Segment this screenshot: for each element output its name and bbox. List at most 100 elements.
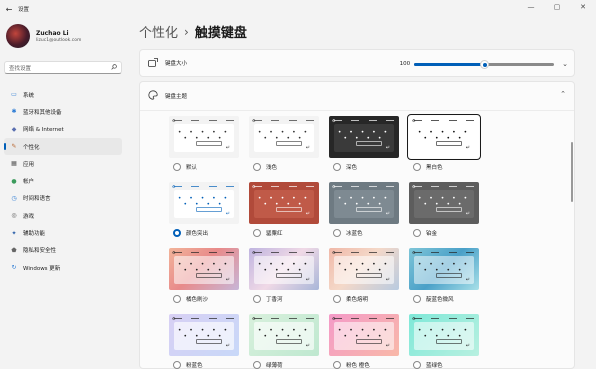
theme-name: 靛蓝色微风 — [426, 297, 454, 303]
keyboard-preview[interactable]: ⚙ • • • • • • • • • ↵ — [169, 248, 239, 290]
keyboard-preview[interactable]: ⚙ • • • • • • • • • ↵ — [169, 182, 239, 224]
sidebar-item[interactable]: ◎ 游戏 — [4, 207, 122, 224]
sidebar-item[interactable]: ▦ 应用 — [4, 155, 122, 172]
theme-option[interactable]: ⚙ • • • • • • • • • ↵ 柔色熔明 — [329, 248, 399, 303]
minimize-icon[interactable]: — — [518, 0, 544, 14]
slider-thumb[interactable] — [479, 59, 489, 69]
theme-option[interactable]: ⚙ • • • • • • • • • ↵ 颜色突出 — [169, 182, 239, 237]
theme-option[interactable]: ⚙ • • • • • • • • • ↵ 铂金 — [409, 182, 479, 237]
keyboard-preview[interactable]: ⚙ • • • • • • • • • ↵ — [249, 182, 319, 224]
keyboard-preview[interactable]: ⚙ • • • • • • • • • ↵ — [409, 314, 479, 356]
radio-button[interactable] — [173, 295, 181, 303]
theme-option[interactable]: ⚙ • • • • • • • • • ↵ 橘色刷沙 — [169, 248, 239, 303]
theme-name: 颜色突出 — [186, 231, 209, 237]
theme-option[interactable]: ⚙ • • • • • • • • • ↵ 冰蓝色 — [329, 182, 399, 237]
search-icon[interactable] — [111, 63, 117, 72]
theme-option[interactable]: ⚙ • • • • • • • • • ↵ 深色 — [329, 116, 399, 171]
keyboard-preview[interactable]: ⚙ • • • • • • • • • ↵ — [249, 248, 319, 290]
radio-button[interactable] — [333, 229, 341, 237]
chevron-down-icon[interactable]: ⌄ — [562, 60, 568, 68]
sidebar-item[interactable]: ◷ 时间和语言 — [4, 190, 122, 207]
radio-button[interactable] — [333, 361, 341, 369]
sidebar-item[interactable]: ↻ Windows 更新 — [4, 259, 122, 276]
radio-button[interactable] — [173, 361, 181, 369]
theme-option[interactable]: ⚙ • • • • • • • • • ↵ 粉蓝色 — [169, 314, 239, 369]
sidebar-item[interactable]: ✱ 蓝牙和其他设备 — [4, 103, 122, 120]
theme-option[interactable]: ⚙ • • • • • • • • • ↵ 粉色 橙色 — [329, 314, 399, 369]
radio-button[interactable] — [253, 295, 261, 303]
theme-name: 深色 — [346, 165, 358, 171]
theme-option[interactable]: ⚙ • • • • • • • • • ↵ 罂粟红 — [249, 182, 319, 237]
theme-radio-row[interactable]: 橘色刷沙 — [169, 295, 239, 303]
theme-radio-row[interactable]: 默认 — [169, 163, 239, 171]
scrollbar[interactable] — [571, 142, 573, 202]
theme-radio-row[interactable]: 绿薄荷 — [249, 361, 319, 369]
enter-key-icon: ↵ — [385, 211, 390, 217]
sidebar-item[interactable]: ● 帐户 — [4, 172, 122, 189]
user-email: lizuc1@outlook.com — [36, 37, 82, 43]
radio-button[interactable] — [173, 229, 181, 237]
keyboard-preview[interactable]: ⚙ • • • • • • • • • ↵ — [409, 248, 479, 290]
keyboard-preview[interactable]: ⚙ • • • • • • • • • ↵ — [329, 314, 399, 356]
keyboard-preview[interactable]: ⚙ • • • • • • • • • ↵ — [329, 248, 399, 290]
sidebar-item[interactable]: ✦ 辅助功能 — [4, 224, 122, 241]
theme-option[interactable]: ⚙ • • • • • • • • • ↵ 靛蓝色微风 — [409, 248, 479, 303]
keyboard-preview[interactable]: ⚙ • • • • • • • • • ↵ — [329, 182, 399, 224]
radio-button[interactable] — [413, 295, 421, 303]
theme-radio-row[interactable]: 丁香河 — [249, 295, 319, 303]
theme-name: 默认 — [186, 165, 198, 171]
radio-button[interactable] — [413, 361, 421, 369]
maximize-icon[interactable]: ▢ — [544, 0, 570, 14]
close-icon[interactable]: ✕ — [570, 0, 596, 14]
radio-button[interactable] — [253, 229, 261, 237]
theme-option[interactable]: ⚙ • • • • • • • • • ↵ 黑白色 — [407, 114, 481, 171]
theme-option[interactable]: ⚙ • • • • • • • • • ↵ 蓝绿色 — [409, 314, 479, 369]
enter-key-icon: ↵ — [225, 211, 230, 217]
theme-radio-row[interactable]: 颜色突出 — [169, 229, 239, 237]
theme-option[interactable]: ⚙ • • • • • • • • • ↵ 默认 — [169, 116, 239, 171]
sidebar-item[interactable]: ✎ 个性化 — [4, 137, 122, 156]
search-placeholder: 查找设置 — [9, 65, 32, 72]
theme-radio-row[interactable]: 粉色 橙色 — [329, 361, 399, 369]
radio-button[interactable] — [413, 229, 421, 237]
keyboard-preview[interactable]: ⚙ • • • • • • • • • ↵ — [169, 116, 239, 158]
keyboard-size-slider[interactable] — [414, 59, 555, 69]
theme-option[interactable]: ⚙ • • • • • • • • • ↵ 浅色 — [249, 116, 319, 171]
keyboard-preview[interactable]: ⚙ • • • • • • • • • ↵ — [329, 116, 399, 158]
sidebar-item[interactable]: ◆ 网络 & Internet — [4, 121, 122, 138]
keyboard-theme-header[interactable]: 键盘主题 — [140, 82, 574, 110]
theme-radio-row[interactable]: 粉蓝色 — [169, 361, 239, 369]
sidebar-item[interactable]: ▭ 系统 — [4, 86, 122, 103]
theme-radio-row[interactable]: 铂金 — [409, 229, 479, 237]
theme-radio-row[interactable]: 蓝绿色 — [409, 361, 479, 369]
keyboard-preview[interactable]: ⚙ • • • • • • • • • ↵ — [249, 116, 319, 158]
radio-button[interactable] — [253, 163, 261, 171]
keyboard-preview[interactable]: ⚙ • • • • • • • • • ↵ — [407, 114, 481, 160]
keyboard-preview[interactable]: ⚙ • • • • • • • • • ↵ — [249, 314, 319, 356]
theme-radio-row[interactable]: 冰蓝色 — [329, 229, 399, 237]
keyboard-pane: • • • • • • • • • ↵ — [254, 190, 314, 218]
theme-option[interactable]: ⚙ • • • • • • • • • ↵ 丁香河 — [249, 248, 319, 303]
radio-button[interactable] — [253, 361, 261, 369]
keyboard-preview[interactable]: ⚙ • • • • • • • • • ↵ — [409, 182, 479, 224]
theme-radio-row[interactable]: 深色 — [329, 163, 399, 171]
radio-button[interactable] — [333, 295, 341, 303]
radio-button[interactable] — [333, 163, 341, 171]
search-input[interactable]: 查找设置 — [4, 61, 122, 74]
user-profile[interactable]: Zuchao Li lizuc1@outlook.com — [6, 24, 81, 48]
sidebar-item[interactable]: ⬟ 隐私和安全性 — [4, 242, 122, 259]
theme-radio-row[interactable]: 黑白色 — [409, 163, 479, 171]
keyboard-preview[interactable]: ⚙ • • • • • • • • • ↵ — [169, 314, 239, 356]
theme-radio-row[interactable]: 柔色熔明 — [329, 295, 399, 303]
keyboard-size-card[interactable]: 键盘大小 100 ⌄ — [139, 49, 575, 77]
theme-radio-row[interactable]: 靛蓝色微风 — [409, 295, 479, 303]
radio-button[interactable] — [173, 163, 181, 171]
theme-option[interactable]: ⚙ • • • • • • • • • ↵ 绿薄荷 — [249, 314, 319, 369]
back-arrow-icon[interactable]: ← — [2, 5, 16, 14]
breadcrumb-parent[interactable]: 个性化 — [139, 22, 178, 41]
theme-radio-row[interactable]: 罂粟红 — [249, 229, 319, 237]
sidebar-item-label: 网络 & Internet — [23, 127, 64, 134]
theme-radio-row[interactable]: 浅色 — [249, 163, 319, 171]
chevron-up-icon[interactable]: ⌃ — [560, 90, 566, 98]
radio-button[interactable] — [413, 163, 421, 171]
